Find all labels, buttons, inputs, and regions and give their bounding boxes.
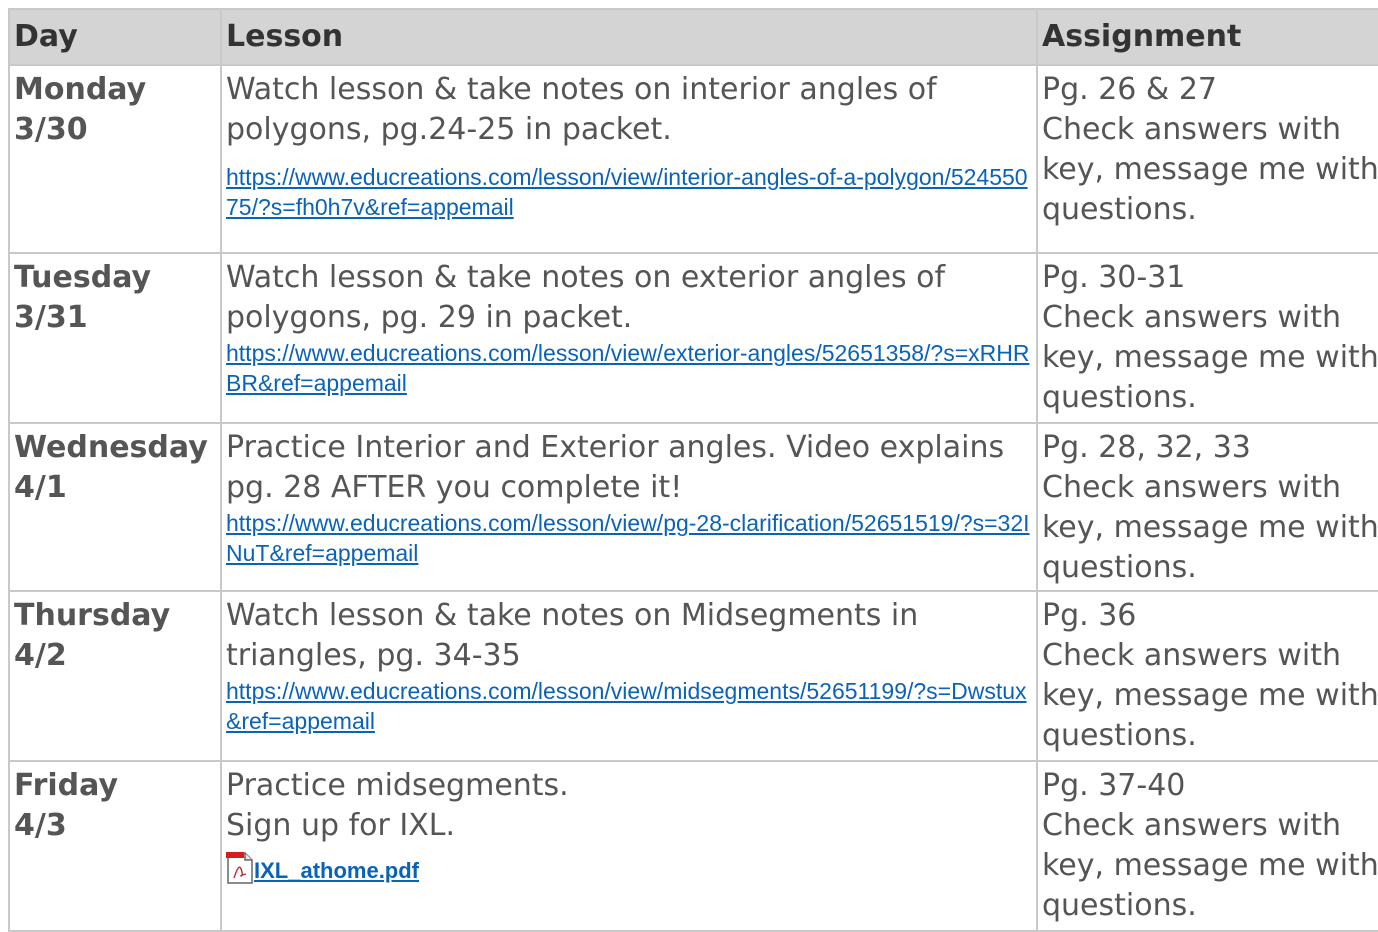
day-cell: Friday 4/3 bbox=[8, 760, 222, 932]
assignment-pages: Pg. 36 bbox=[1042, 598, 1137, 633]
day-name: Thursday bbox=[14, 598, 171, 633]
assignment-cell: Pg. 26 & 27 Check answers with key, mess… bbox=[1036, 64, 1378, 254]
day-date: 3/31 bbox=[14, 300, 88, 335]
header-lesson: Lesson bbox=[220, 8, 1038, 66]
assignment-pages: Pg. 30-31 bbox=[1042, 260, 1186, 295]
day-date: 3/30 bbox=[14, 112, 88, 147]
lesson-cell: Watch lesson & take notes on Midsegments… bbox=[220, 590, 1038, 762]
table-row: Thursday 4/2 Watch lesson & take notes o… bbox=[8, 590, 1378, 762]
lesson-link[interactable]: https://www.educreations.com/lesson/view… bbox=[226, 508, 1036, 568]
header-assignment: Assignment bbox=[1036, 8, 1378, 66]
day-date: 4/2 bbox=[14, 638, 67, 673]
table-row: Wednesday 4/1 Practice Interior and Exte… bbox=[8, 422, 1378, 592]
day-date: 4/3 bbox=[14, 808, 67, 843]
assignment-note: Check answers with key, message me with … bbox=[1042, 112, 1378, 227]
day-name: Tuesday bbox=[14, 260, 152, 295]
assignment-cell: Pg. 30-31 Check answers with key, messag… bbox=[1036, 252, 1378, 424]
day-date: 4/1 bbox=[14, 470, 67, 505]
day-name: Friday bbox=[14, 768, 119, 803]
assignment-pages: Pg. 28, 32, 33 bbox=[1042, 430, 1251, 465]
lesson-text: Watch lesson & take notes on exterior an… bbox=[226, 260, 946, 335]
assignment-note: Check answers with key, message me with … bbox=[1042, 638, 1378, 753]
day-name: Wednesday bbox=[14, 430, 208, 465]
lesson-cell: Practice Interior and Exterior angles. V… bbox=[220, 422, 1038, 592]
schedule-table: Day Lesson Assignment Monday 3/30 Watch … bbox=[8, 8, 1378, 932]
lesson-line-1: Practice midsegments. bbox=[226, 768, 569, 803]
assignment-pages: Pg. 26 & 27 bbox=[1042, 72, 1218, 107]
assignment-note: Check answers with key, message me with … bbox=[1042, 470, 1378, 585]
table-row: Tuesday 3/31 Watch lesson & take notes o… bbox=[8, 252, 1378, 424]
lesson-cell: Watch lesson & take notes on exterior an… bbox=[220, 252, 1038, 424]
day-cell: Wednesday 4/1 bbox=[8, 422, 222, 592]
assignment-cell: Pg. 28, 32, 33 Check answers with key, m… bbox=[1036, 422, 1378, 592]
lesson-line-2: Sign up for IXL. bbox=[226, 808, 455, 843]
assignment-note: Check answers with key, message me with … bbox=[1042, 300, 1378, 415]
table-row: Friday 4/3 Practice midsegments. Sign up… bbox=[8, 760, 1378, 932]
day-name: Monday bbox=[14, 72, 147, 107]
assignment-cell: Pg. 37-40 Check answers with key, messag… bbox=[1036, 760, 1378, 932]
assignment-pages: Pg. 37-40 bbox=[1042, 768, 1186, 803]
lesson-text: Watch lesson & take notes on Midsegments… bbox=[226, 598, 919, 673]
day-cell: Monday 3/30 bbox=[8, 64, 222, 254]
pdf-file-icon bbox=[226, 852, 254, 884]
table-row: Monday 3/30 Watch lesson & take notes on… bbox=[8, 64, 1378, 254]
attachment-row[interactable]: IXL_athome.pdf bbox=[226, 846, 1036, 884]
day-cell: Thursday 4/2 bbox=[8, 590, 222, 762]
attachment-link[interactable]: IXL_athome.pdf bbox=[254, 858, 419, 884]
lesson-link[interactable]: https://www.educreations.com/lesson/view… bbox=[226, 338, 1036, 398]
lesson-text: Watch lesson & take notes on interior an… bbox=[226, 72, 937, 147]
lesson-cell: Watch lesson & take notes on interior an… bbox=[220, 64, 1038, 254]
lesson-link[interactable]: https://www.educreations.com/lesson/view… bbox=[226, 162, 1036, 222]
header-row: Day Lesson Assignment bbox=[8, 8, 1378, 66]
lesson-link[interactable]: https://www.educreations.com/lesson/view… bbox=[226, 676, 1036, 736]
day-cell: Tuesday 3/31 bbox=[8, 252, 222, 424]
header-day: Day bbox=[8, 8, 222, 66]
lesson-text: Practice Interior and Exterior angles. V… bbox=[226, 430, 1005, 505]
assignment-cell: Pg. 36 Check answers with key, message m… bbox=[1036, 590, 1378, 762]
assignment-note: Check answers with key, message me with … bbox=[1042, 808, 1378, 923]
lesson-cell: Practice midsegments. Sign up for IXL. I… bbox=[220, 760, 1038, 932]
